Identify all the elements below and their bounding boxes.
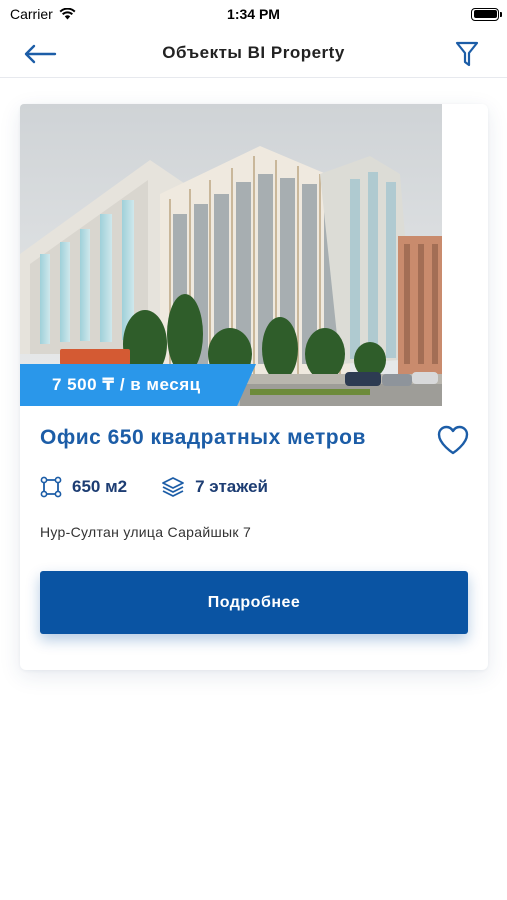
heart-icon — [437, 425, 469, 455]
layers-icon — [162, 477, 185, 497]
property-title[interactable]: Офис 650 квадратных метров — [40, 426, 366, 450]
carrier-label: Carrier — [10, 6, 53, 22]
property-specs: 650 м2 7 этажей — [40, 476, 268, 498]
filter-icon — [455, 41, 479, 66]
details-button[interactable]: Подробнее — [40, 571, 468, 634]
battery-icon — [471, 7, 502, 21]
filter-button[interactable] — [453, 39, 481, 69]
property-card[interactable]: 7 500 ₸ / в месяц Офис 650 квадратных ме… — [20, 104, 488, 670]
favorite-button[interactable] — [436, 424, 470, 456]
arrow-left-icon — [24, 44, 57, 64]
area-spec: 650 м2 — [40, 476, 127, 498]
price-tag: 7 500 ₸ / в месяц — [20, 364, 256, 406]
back-button[interactable] — [22, 40, 58, 68]
property-address: Нур-Султан улица Сарайшык 7 — [40, 524, 252, 540]
status-time: 1:34 PM — [227, 6, 280, 22]
wifi-icon — [59, 8, 76, 20]
building-image — [20, 104, 442, 406]
property-photo — [20, 104, 442, 406]
page-title: Объекты BI Property — [162, 42, 345, 62]
status-bar: Carrier 1:34 PM — [0, 0, 507, 28]
area-value: 650 м2 — [72, 477, 128, 496]
nav-bar: Объекты BI Property — [0, 28, 507, 78]
status-left: Carrier — [10, 6, 76, 22]
floors-spec: 7 этажей — [161, 476, 268, 498]
floors-value: 7 этажей — [195, 477, 268, 496]
area-icon — [40, 476, 62, 498]
